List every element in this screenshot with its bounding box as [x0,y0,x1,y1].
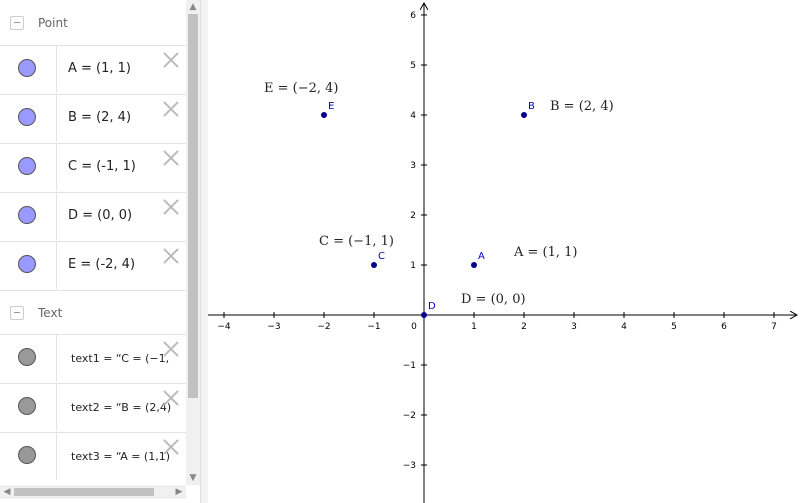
horizontal-scrollbar[interactable]: ◀ ▶ [0,485,186,499]
visibility-marble-icon[interactable] [18,157,36,175]
delete-icon[interactable] [163,341,179,357]
point-label-e: E [328,101,334,112]
x-tick-label: 0 [411,322,417,332]
algebra-item-a[interactable]: A = (1, 1) [0,45,186,93]
x-tick-label: 3 [571,322,577,332]
algebra-item-d[interactable]: D = (0, 0) [0,192,186,240]
delete-icon[interactable] [163,439,179,455]
group-title: Text [38,305,63,320]
x-tick-label: −4 [217,322,231,332]
scroll-right-icon[interactable]: ▶ [172,487,186,497]
point-e[interactable] [321,112,327,118]
point-a[interactable] [471,262,477,268]
y-tick-label: 6 [410,11,416,21]
text-object-text5[interactable]: E = (−2, 4) [264,81,339,96]
y-tick-label: 3 [410,161,416,171]
algebra-item-label[interactable]: D = (0, 0) [68,208,132,223]
algebra-item-label[interactable]: A = (1, 1) [68,61,131,76]
algebra-item-c[interactable]: C = (-1, 1) [0,143,186,191]
algebra-view: Point A = (1, 1) B = (2, 4) C = (-1, 1) … [0,0,200,503]
visibility-marble-icon[interactable] [18,348,36,366]
x-tick-label: −1 [367,322,380,332]
y-tick-label: −1 [403,361,416,371]
delete-icon[interactable] [163,199,179,215]
scroll-up-icon[interactable]: ▲ [186,2,200,12]
x-tick-label: 4 [621,322,627,332]
visibility-marble-icon[interactable] [18,108,36,126]
algebra-item-text2[interactable]: text2 = “B = (2,4) [0,383,186,431]
point-b[interactable] [521,112,527,118]
visibility-marble-icon[interactable] [18,59,36,77]
point-label-a: A [478,251,485,262]
scroll-down-icon[interactable]: ▼ [186,473,200,483]
x-tick-label: −2 [317,322,330,332]
x-tick-label: 5 [671,322,677,332]
graphics-view[interactable]: −4 −3 −2 −1 0 1 2 3 4 5 6 7 1 2 3 4 5 6 −1 −2 −3 A B C D E C = … [208,0,800,503]
x-tick-label: −3 [267,322,280,332]
x-tick-label: 1 [471,322,477,332]
delete-icon[interactable] [163,52,179,68]
scroll-left-icon[interactable]: ◀ [0,487,14,497]
x-tick-label: 6 [721,322,727,332]
point-c[interactable] [371,262,377,268]
visibility-marble-icon[interactable] [18,206,36,224]
text-object-text2[interactable]: B = (2, 4) [550,99,614,114]
text-object-text1[interactable]: C = (−1, 1) [319,234,394,249]
y-tick-label: −2 [403,411,416,421]
collapse-icon[interactable] [10,305,24,320]
x-tick-label: 7 [771,322,777,332]
scrollbar-thumb[interactable] [188,14,198,398]
text-object-text3[interactable]: A = (1, 1) [513,245,578,260]
delete-icon[interactable] [163,150,179,166]
view-divider[interactable] [200,0,208,503]
algebra-item-text3[interactable]: text3 = “A = (1,1) [0,432,186,480]
visibility-marble-icon[interactable] [18,397,36,415]
point-label-c: C [378,251,385,262]
algebra-item-label[interactable]: C = (-1, 1) [68,159,136,174]
algebra-item-e[interactable]: E = (-2, 4) [0,241,186,289]
x-tick-label: 2 [521,322,527,332]
algebra-item-label[interactable]: B = (2, 4) [68,110,131,125]
point-label-d: D [428,301,436,312]
algebra-item-b[interactable]: B = (2, 4) [0,94,186,142]
vertical-scrollbar[interactable]: ▲ ▼ [186,0,200,485]
point-d[interactable] [421,312,427,318]
algebra-item-label[interactable]: E = (-2, 4) [68,257,135,272]
delete-icon[interactable] [163,248,179,264]
visibility-marble-icon[interactable] [18,446,36,464]
group-header-point[interactable]: Point [0,1,186,45]
y-tick-label: 2 [410,211,416,221]
y-tick-label: 1 [410,261,416,271]
delete-icon[interactable] [163,390,179,406]
collapse-icon[interactable] [10,16,24,30]
group-title: Point [38,16,68,30]
point-label-b: B [528,101,535,112]
scrollbar-thumb[interactable] [14,488,154,496]
text-object-text4[interactable]: D = (0, 0) [461,292,526,307]
y-tick-label: −3 [403,461,416,471]
delete-icon[interactable] [163,101,179,117]
y-tick-label: 5 [410,61,416,71]
y-tick-label: 4 [410,111,416,121]
algebra-item-text1[interactable]: text1 = “C = (−1, [0,334,186,382]
group-header-text[interactable]: Text [0,290,186,334]
visibility-marble-icon[interactable] [18,255,36,273]
